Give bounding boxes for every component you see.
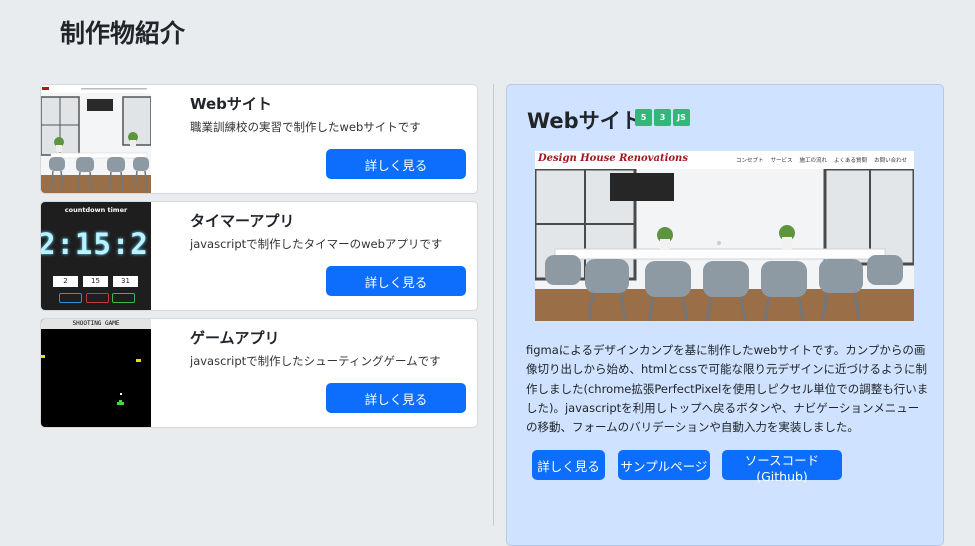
detail-title: Webサイト	[527, 109, 642, 133]
card-title: タイマーアプリ	[190, 212, 295, 230]
css3-icon: 3	[654, 109, 671, 126]
details-button[interactable]: 詳しく見る	[326, 149, 466, 179]
card-description: javascriptで制作したタイマーのwebアプリです	[190, 237, 443, 251]
sample-page-button[interactable]: サンプルページ	[618, 450, 710, 480]
card-description: javascriptで制作したシューティングゲームです	[190, 354, 441, 368]
timer-reset-button-thumb	[112, 293, 135, 303]
site-nav-item: サービス	[770, 158, 793, 164]
timer-input-hours: 2	[53, 276, 78, 287]
work-card-game: SHOOTING GAME ゲームアプリ javascriptで制作したシューテ…	[40, 318, 478, 428]
site-nav-item: 施工の流れ	[799, 158, 828, 164]
site-nav: コンセプト サービス 施工の流れ よくある質問 お問い合わせ	[736, 156, 907, 164]
detail-screenshot: Design House Renovations コンセプト サービス 施工の流…	[535, 151, 914, 321]
game-thumbnail: SHOOTING GAME	[41, 319, 151, 427]
timer-start-button-thumb	[59, 293, 82, 303]
card-title: Webサイト	[190, 95, 272, 113]
timer-stop-button-thumb	[86, 293, 109, 303]
detail-panel: Webサイト 5 3 JS Design House Renovations コ…	[506, 84, 944, 546]
html5-icon: 5	[635, 109, 652, 126]
details-button[interactable]: 詳しく見る	[326, 383, 466, 413]
site-nav-item: コンセプト	[736, 158, 764, 164]
site-brand: Design House Renovations	[538, 153, 688, 164]
timer-thumbnail: countdown timer 2:15:2 2 15 31	[41, 202, 151, 310]
site-nav-item: よくある質問	[834, 158, 868, 164]
timer-heading: countdown timer	[64, 206, 128, 214]
source-code-button[interactable]: ソースコード(Github)	[722, 450, 842, 484]
column-divider	[493, 84, 494, 526]
card-description: 職業訓練校の実習で制作したwebサイトです	[190, 120, 421, 134]
timer-display: 2:15:2	[41, 227, 149, 261]
work-card-website: Webサイト 職業訓練校の実習で制作したwebサイトです 詳しく見る	[40, 84, 478, 194]
game-heading: SHOOTING GAME	[41, 319, 151, 329]
website-thumbnail	[41, 85, 151, 193]
javascript-icon: JS	[673, 109, 690, 126]
details-button[interactable]: 詳しく見る	[326, 266, 466, 296]
timer-input-minutes: 15	[83, 276, 108, 287]
timer-input-seconds: 31	[113, 276, 138, 287]
detail-details-button[interactable]: 詳しく見る	[532, 450, 605, 480]
card-title: ゲームアプリ	[190, 329, 280, 347]
site-nav-item: お問い合わせ	[874, 158, 908, 164]
detail-description: figmaによるデザインカンプを基に制作したwebサイトです。カンプからの画像切…	[526, 343, 929, 435]
work-card-timer: countdown timer 2:15:2 2 15 31 タイマーアプリ j…	[40, 201, 478, 311]
page-title: 制作物紹介	[60, 19, 186, 48]
